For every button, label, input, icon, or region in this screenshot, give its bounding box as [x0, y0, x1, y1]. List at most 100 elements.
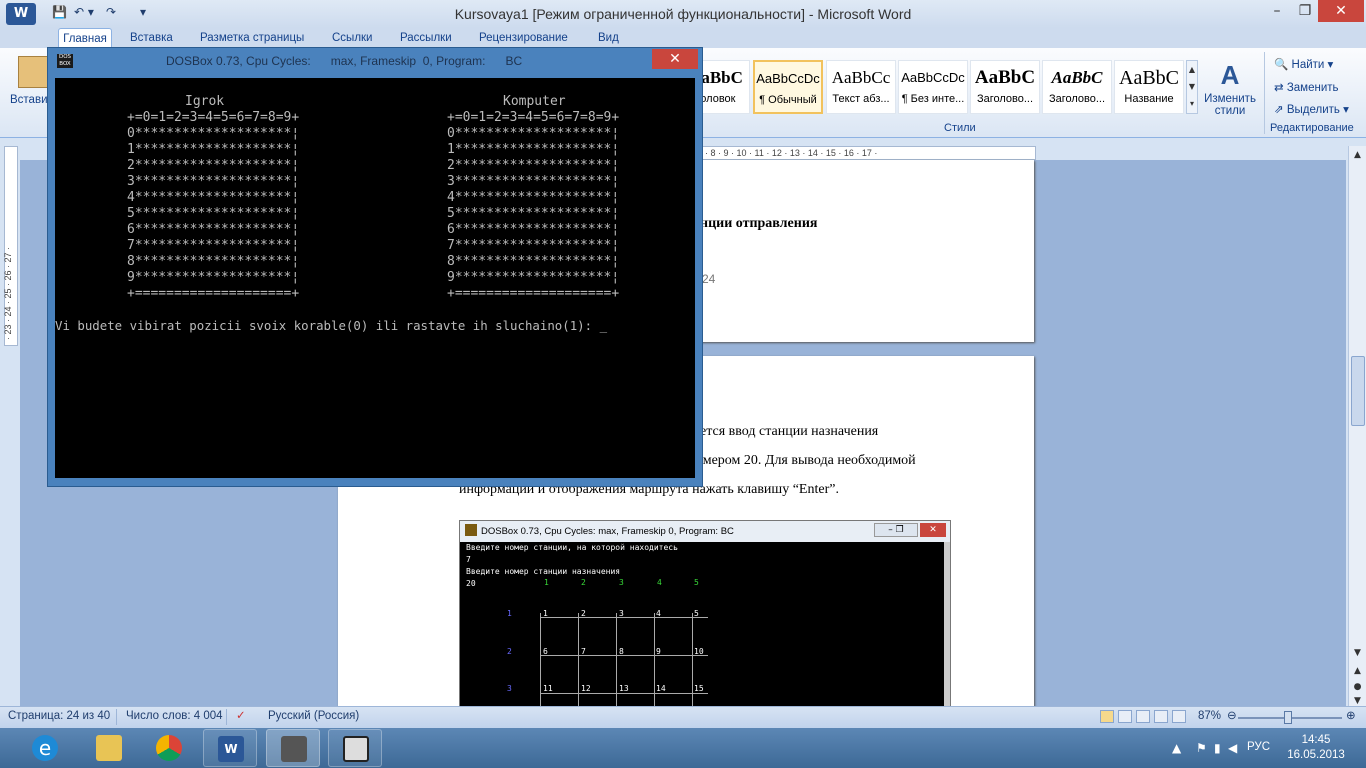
player-row: 4********************¦ [127, 190, 300, 205]
embedded-cell: 3 [619, 609, 624, 618]
style-normal[interactable]: AaBbCcDc ¶ Обычный [753, 60, 823, 114]
tab-references[interactable]: Ссылки [332, 32, 373, 44]
prev-page-icon[interactable]: ▲ [1350, 664, 1365, 678]
dosbox-title-bar[interactable]: DOS BOX DOSBox 0.73, Cpu Cycles: max, Fr… [48, 48, 702, 72]
explorer-icon[interactable] [82, 729, 136, 767]
outline-view-icon[interactable] [1154, 710, 1168, 723]
style-name: Заголово... [976, 93, 1034, 105]
tab-mailings[interactable]: Рассылки [400, 32, 452, 44]
word-icon[interactable]: W [203, 729, 257, 767]
language-indicator[interactable]: РУС [1247, 741, 1270, 753]
page-number: 24 [702, 272, 716, 286]
computer-row: 2********************¦ [447, 158, 620, 173]
flag-icon[interactable]: ⚑ [1196, 741, 1207, 755]
grid-line [616, 613, 617, 707]
style-sample: AaBbCcDc [756, 71, 820, 86]
horizontal-ruler[interactable]: · 8 · 9 · 10 · 11 · 12 · 13 · 14 · 15 · … [700, 146, 1036, 160]
paste-icon[interactable] [18, 56, 48, 88]
draft-view-icon[interactable] [1172, 710, 1186, 723]
embedded-cell: 7 [581, 647, 586, 656]
style-name: ¶ Без инте... [901, 93, 965, 105]
embedded-screenshot[interactable]: DOSBox 0.73, Cpu Cycles: max, Frameskip … [459, 520, 951, 708]
doc-heading-line: нции отправления [700, 216, 818, 231]
restore-icon[interactable]: ❐ [1290, 0, 1320, 22]
find-button[interactable]: 🔍 Найти ▾ [1274, 57, 1333, 71]
proofing-icon[interactable]: ✓ [236, 708, 246, 722]
select-button[interactable]: ⇗ Выделить ▾ [1274, 102, 1349, 116]
player-header-row: +=0=1=2=3=4=5=6=7=8=9+ [127, 110, 300, 125]
replace-button[interactable]: ⇄ Заменить [1274, 80, 1339, 94]
style-title[interactable]: AaBbC Название [1114, 60, 1184, 114]
close-icon[interactable]: ✕ [1318, 0, 1364, 22]
embedded-row-label: 1 [507, 609, 512, 618]
embedded-line: Введите номер станции, на которой находи… [466, 543, 678, 552]
dosbox-icon: DOS BOX [57, 54, 73, 68]
embedded-cell: 13 [619, 684, 629, 693]
player-footer-row: +====================+ [127, 286, 300, 301]
dosbox-screen[interactable]: Igrok Komputer +=0=1=2=3=4=5=6=7=8=9+ 0*… [55, 78, 695, 478]
embedded-cell: 9 [656, 647, 661, 656]
tab-insert[interactable]: Вставка [130, 32, 173, 44]
dosbox-icon[interactable] [266, 729, 320, 767]
group-divider [1264, 52, 1265, 134]
status-language[interactable]: Русский (Россия) [268, 710, 359, 722]
change-styles-button[interactable]: A Изменить стили [1200, 60, 1260, 117]
close-icon[interactable]: ✕ [652, 49, 698, 69]
change-styles-icon: A [1220, 60, 1240, 90]
tray-arrow-icon[interactable]: ▲ [1172, 741, 1181, 755]
style-heading-2[interactable]: AaBbC Заголово... [1042, 60, 1112, 114]
borland-icon[interactable] [328, 729, 382, 767]
style-paragraph[interactable]: AaBbCc Текст абз... [826, 60, 896, 114]
tab-view[interactable]: Вид [598, 32, 619, 44]
player-row: 0********************¦ [127, 126, 300, 141]
style-sample: AaBbC [974, 67, 1036, 88]
embedded-cell: 10 [694, 647, 704, 656]
volume-icon[interactable]: ◀ [1228, 741, 1237, 755]
style-sample: AaBbCc [831, 68, 891, 87]
zoom-knob[interactable] [1284, 711, 1292, 724]
status-divider [226, 709, 227, 725]
computer-row: 0********************¦ [447, 126, 620, 141]
computer-row: 4********************¦ [447, 190, 620, 205]
tab-review[interactable]: Рецензирование [479, 32, 568, 44]
embedded-minmax-icon: – ❐ [874, 523, 918, 537]
embedded-cell: 5 [694, 609, 699, 618]
dosbox-window[interactable]: DOS BOX DOSBox 0.73, Cpu Cycles: max, Fr… [47, 47, 703, 487]
change-styles-label: Изменить стили [1204, 93, 1256, 117]
minimize-icon[interactable]: – [1262, 0, 1292, 22]
tab-layout[interactable]: Разметка страницы [200, 32, 304, 44]
style-heading-1[interactable]: AaBbC Заголово... [970, 60, 1040, 114]
zoom-out-icon[interactable]: ⊖ [1227, 708, 1237, 722]
embedded-close-icon: ✕ [920, 523, 946, 537]
print-layout-icon[interactable] [1100, 710, 1114, 723]
embedded-col-label: 4 [657, 578, 662, 587]
grid-line [540, 693, 708, 694]
style-no-spacing[interactable]: AaBbCcDc ¶ Без инте... [898, 60, 968, 114]
status-page[interactable]: Страница: 24 из 40 [8, 710, 110, 722]
grid-line [540, 613, 541, 707]
browse-object-icon[interactable]: ● [1350, 680, 1365, 694]
scroll-down-icon[interactable]: ▼ [1350, 646, 1365, 660]
vertical-scrollbar[interactable]: ▲ ▼ ▲ ● ▼ [1348, 146, 1366, 706]
embedded-cell: 1 [543, 609, 548, 618]
zoom-level[interactable]: 87% [1198, 710, 1221, 722]
grid-line [654, 613, 655, 707]
computer-label: Komputer [503, 94, 566, 109]
ie-icon[interactable]: e [18, 729, 72, 767]
select-label: Выделить [1286, 104, 1340, 116]
chrome-icon[interactable] [142, 729, 196, 767]
styles-scroll[interactable]: ▲ ▼ ▾ [1186, 60, 1198, 114]
styles-group-label: Стили [944, 122, 976, 134]
clock-date: 16.05.2013 [1287, 749, 1345, 761]
scroll-up-icon[interactable]: ▲ [1350, 148, 1365, 162]
zoom-in-icon[interactable]: ⊕ [1346, 708, 1356, 722]
scroll-thumb[interactable] [1351, 356, 1365, 426]
status-words[interactable]: Число слов: 4 004 [126, 710, 223, 722]
grid-line [540, 655, 708, 656]
clock[interactable]: 14:45 16.05.2013 [1284, 733, 1348, 763]
network-icon[interactable]: ▮ [1214, 741, 1221, 755]
player-row: 2********************¦ [127, 158, 300, 173]
web-layout-icon[interactable] [1136, 710, 1150, 723]
reading-view-icon[interactable] [1118, 710, 1132, 723]
dosbox-icon [465, 524, 477, 537]
